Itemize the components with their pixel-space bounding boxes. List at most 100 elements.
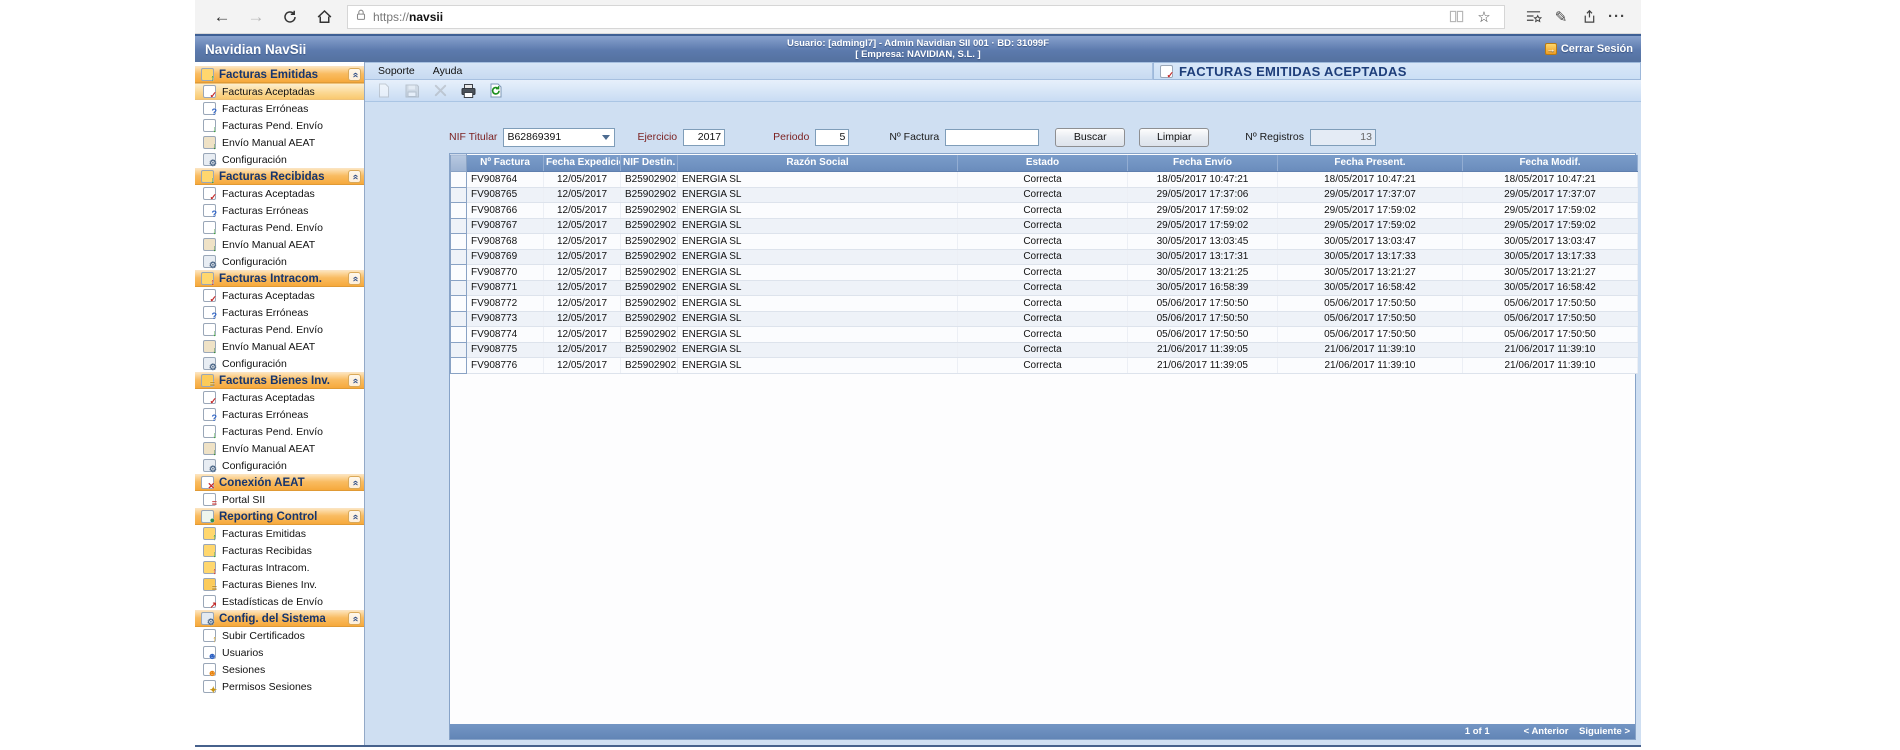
sidebar-item-configuraci-n[interactable]: ⚙Configuración — [195, 457, 364, 474]
address-bar[interactable]: https://navsii ☆ — [347, 5, 1505, 29]
column-header[interactable]: NIF Destin. — [621, 155, 678, 172]
collapse-section-icon[interactable]: « — [348, 476, 361, 489]
sidebar-item-configuraci-n[interactable]: ⚙Configuración — [195, 355, 364, 372]
next-page-button[interactable]: Siguiente > — [1579, 726, 1630, 737]
sidebar-section-facturas-bienes-inv[interactable]: ≡Facturas Bienes Inv.« — [195, 372, 364, 389]
table-row[interactable]: FV90876512/05/2017B25902902ENERGIA SLCor… — [451, 187, 1638, 203]
column-header[interactable]: Fecha Present. — [1278, 155, 1463, 172]
row-selector[interactable] — [451, 296, 467, 312]
hub-icon[interactable] — [1519, 5, 1547, 29]
sidebar-item-facturas-pend-env-o[interactable]: ↓Facturas Pend. Envío — [195, 423, 364, 440]
sidebar-item-env-o-manual-aeat[interactable]: ↓Envío Manual AEAT — [195, 440, 364, 457]
collapse-section-icon[interactable]: « — [348, 612, 361, 625]
table-row[interactable]: FV90877612/05/2017B25902902ENERGIA SLCor… — [451, 358, 1638, 374]
sidebar-item-facturas-recibidas[interactable]: ↓Facturas Recibidas — [195, 542, 364, 559]
num-factura-input[interactable] — [945, 129, 1039, 146]
sidebar-item-configuraci-n[interactable]: ⚙Configuración — [195, 151, 364, 168]
sidebar-item-facturas-err-neas[interactable]: ?Facturas Erróneas — [195, 406, 364, 423]
collapse-section-icon[interactable]: « — [348, 272, 361, 285]
row-selector[interactable] — [451, 358, 467, 374]
sidebar-item-facturas-err-neas[interactable]: ?Facturas Erróneas — [195, 304, 364, 321]
row-selector[interactable] — [451, 187, 467, 203]
logout-button[interactable]: → Cerrar Sesión — [1545, 43, 1641, 55]
sidebar-item-env-o-manual-aeat[interactable]: ↓Envío Manual AEAT — [195, 338, 364, 355]
row-selector[interactable] — [451, 249, 467, 265]
sidebar-item-facturas-pend-env-o[interactable]: ↓Facturas Pend. Envío — [195, 321, 364, 338]
table-row[interactable]: FV90877312/05/2017B25902902ENERGIA SLCor… — [451, 311, 1638, 327]
prev-page-button[interactable]: < Anterior — [1524, 726, 1569, 737]
refresh-button[interactable] — [485, 81, 507, 100]
more-menu-icon[interactable]: ··· — [1603, 5, 1631, 29]
sidebar-section-facturas-emitidas[interactable]: ↑Facturas Emitidas« — [195, 66, 364, 83]
refresh-icon[interactable] — [273, 3, 307, 31]
collapse-section-icon[interactable]: « — [348, 170, 361, 183]
column-header[interactable]: Fecha Envío — [1128, 155, 1278, 172]
sidebar-item-facturas-pend-env-o[interactable]: ↓Facturas Pend. Envío — [195, 117, 364, 134]
sidebar-item-subir-certificados[interactable]: ↑Subir Certificados — [195, 627, 364, 644]
sidebar-item-facturas-err-neas[interactable]: ?Facturas Erróneas — [195, 202, 364, 219]
table-row[interactable]: FV90877412/05/2017B25902902ENERGIA SLCor… — [451, 327, 1638, 343]
row-selector[interactable] — [451, 172, 467, 188]
sidebar-item-facturas-aceptadas[interactable]: ✓Facturas Aceptadas — [195, 287, 364, 304]
sidebar-item-facturas-aceptadas[interactable]: ✓Facturas Aceptadas — [195, 185, 364, 202]
sidebar-item-facturas-intracom-[interactable]: ↕Facturas Intracom. — [195, 559, 364, 576]
sidebar-item-env-o-manual-aeat[interactable]: ↓Envío Manual AEAT — [195, 134, 364, 151]
favorites-star-icon[interactable]: ☆ — [1470, 5, 1498, 29]
forward-icon[interactable]: → — [239, 3, 273, 31]
sidebar-item-facturas-pend-env-o[interactable]: ↓Facturas Pend. Envío — [195, 219, 364, 236]
sidebar-section-config-del-sistema[interactable]: ⚙Config. del Sistema« — [195, 610, 364, 627]
row-selector[interactable] — [451, 218, 467, 234]
column-header[interactable]: Nº Factura — [467, 155, 544, 172]
sidebar-item-estad-sticas-de-env-o[interactable]: ↗Estadísticas de Envío — [195, 593, 364, 610]
column-header[interactable]: Estado — [958, 155, 1128, 172]
periodo-input[interactable] — [815, 129, 849, 146]
ejercicio-input[interactable] — [683, 129, 725, 146]
print-button[interactable] — [457, 81, 479, 100]
sidebar-item-usuarios[interactable]: ☻Usuarios — [195, 644, 364, 661]
sidebar-item-sesiones[interactable]: ☻Sesiones — [195, 661, 364, 678]
sidebar-item-portal-sii[interactable]: ≡Portal SII — [195, 491, 364, 508]
back-icon[interactable]: ← — [205, 3, 239, 31]
menu-ayuda[interactable]: Ayuda — [424, 64, 472, 78]
limpiar-button[interactable]: Limpiar — [1139, 128, 1209, 147]
table-row[interactable]: FV90876412/05/2017B25902902ENERGIA SLCor… — [451, 172, 1638, 188]
sidebar-item-facturas-emitidas[interactable]: ↑Facturas Emitidas — [195, 525, 364, 542]
collapse-section-icon[interactable]: « — [348, 374, 361, 387]
collapse-section-icon[interactable]: « — [348, 510, 361, 523]
buscar-button[interactable]: Buscar — [1055, 128, 1125, 147]
column-header[interactable]: Razón Social — [678, 155, 958, 172]
reading-view-icon[interactable] — [1442, 5, 1470, 29]
table-row[interactable]: FV90876912/05/2017B25902902ENERGIA SLCor… — [451, 249, 1638, 265]
column-header[interactable]: Fecha Modif. — [1463, 155, 1638, 172]
sidebar-item-configuraci-n[interactable]: ⚙Configuración — [195, 253, 364, 270]
row-selector[interactable] — [451, 203, 467, 219]
row-selector[interactable] — [451, 265, 467, 281]
table-row[interactable]: FV90877112/05/2017B25902902ENERGIA SLCor… — [451, 280, 1638, 296]
row-selector[interactable] — [451, 327, 467, 343]
sidebar-section-facturas-intracom[interactable]: ↕Facturas Intracom.« — [195, 270, 364, 287]
row-selector[interactable] — [451, 280, 467, 296]
table-row[interactable]: FV90877512/05/2017B25902902ENERGIA SLCor… — [451, 342, 1638, 358]
table-row[interactable]: FV90877012/05/2017B25902902ENERGIA SLCor… — [451, 265, 1638, 281]
table-row[interactable]: FV90876712/05/2017B25902902ENERGIA SLCor… — [451, 218, 1638, 234]
home-icon[interactable] — [307, 3, 341, 31]
table-row[interactable]: FV90876612/05/2017B25902902ENERGIA SLCor… — [451, 203, 1638, 219]
row-selector[interactable] — [451, 342, 467, 358]
sidebar-item-facturas-aceptadas[interactable]: ✓Facturas Aceptadas — [195, 389, 364, 406]
share-icon[interactable] — [1575, 5, 1603, 29]
collapse-section-icon[interactable]: « — [348, 68, 361, 81]
sidebar-item-facturas-err-neas[interactable]: ?Facturas Erróneas — [195, 100, 364, 117]
row-selector[interactable] — [451, 234, 467, 250]
sidebar-item-facturas-aceptadas[interactable]: ✓Facturas Aceptadas — [195, 83, 364, 100]
table-row[interactable]: FV90877212/05/2017B25902902ENERGIA SLCor… — [451, 296, 1638, 312]
sidebar-item-permisos-sesiones[interactable]: ✦Permisos Sesiones — [195, 678, 364, 695]
nif-titular-select[interactable]: B62869391 — [503, 128, 615, 147]
sidebar-section-facturas-recibidas[interactable]: ↓Facturas Recibidas« — [195, 168, 364, 185]
row-selector[interactable] — [451, 311, 467, 327]
sidebar-section-conexion-aeat[interactable]: ✕Conexión AEAT« — [195, 474, 364, 491]
web-note-icon[interactable]: ✎ — [1547, 5, 1575, 29]
column-header[interactable]: Fecha Expedición — [544, 155, 621, 172]
menu-soporte[interactable]: Soporte — [369, 64, 424, 78]
sidebar-section-reporting-control[interactable]: ●Reporting Control« — [195, 508, 364, 525]
sidebar-item-facturas-bienes-inv-[interactable]: ≡Facturas Bienes Inv. — [195, 576, 364, 593]
